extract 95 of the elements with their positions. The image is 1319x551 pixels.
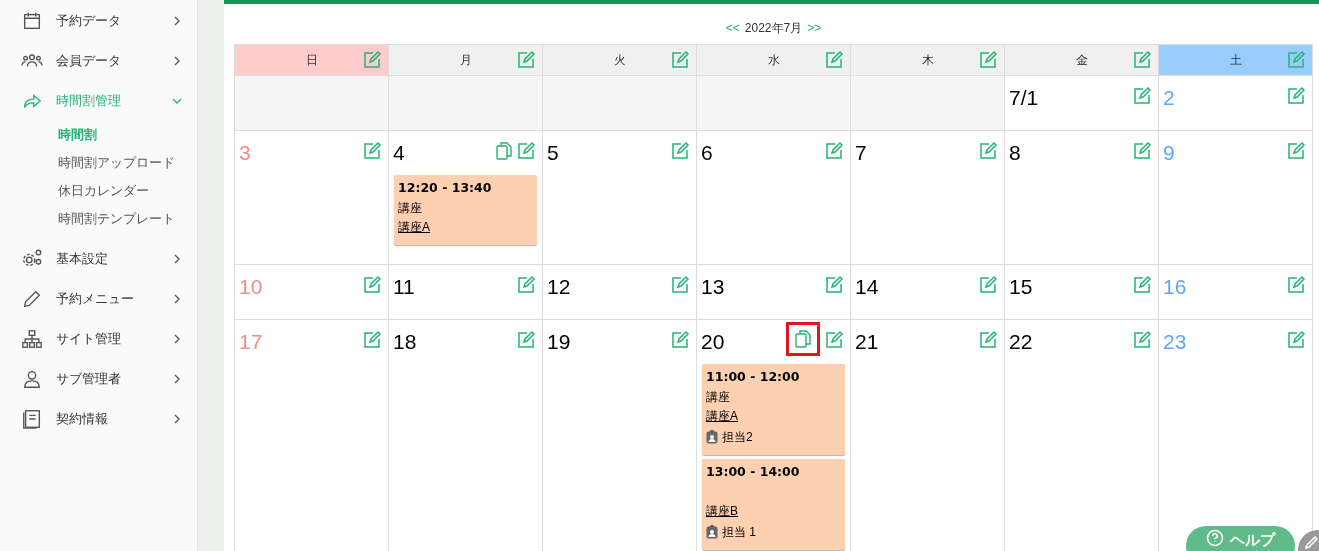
day-number: 22	[1009, 330, 1034, 354]
nav-item[interactable]: サイト管理	[0, 319, 197, 359]
day-number: 13	[701, 275, 726, 299]
course-link[interactable]: 講座A	[398, 220, 430, 234]
staff-name: 担当 1	[722, 523, 756, 541]
person-icon	[21, 368, 43, 390]
day-number: 16	[1163, 275, 1188, 299]
weekday-header: 金	[1005, 45, 1159, 76]
day-number: 15	[1009, 275, 1034, 299]
edit-icon[interactable]	[362, 141, 382, 161]
copy-icon[interactable]	[795, 329, 811, 349]
staff-name: 担当2	[722, 428, 753, 446]
nav-item[interactable]: サブ管理者	[0, 359, 197, 399]
event-type: 講座	[398, 200, 423, 217]
event-card[interactable]: 11:00 - 12:00 講座 講座A 担当2	[702, 364, 845, 455]
nav-subitem[interactable]: 休日カレンダー	[0, 177, 197, 205]
edit-icon[interactable]	[362, 330, 382, 350]
course-link[interactable]: 講座B	[706, 504, 738, 518]
edit-icon[interactable]	[1286, 330, 1306, 350]
edit-icon[interactable]	[1286, 50, 1306, 70]
id-badge-icon	[706, 524, 718, 539]
day-number: 8	[1009, 141, 1022, 165]
nav-subitem[interactable]: 時間割テンプレート	[0, 205, 197, 233]
event-time: 12:20 - 13:40	[398, 179, 493, 197]
edit-icon[interactable]	[516, 330, 536, 350]
nav-item[interactable]: 予約データ	[0, 1, 197, 41]
edit-icon[interactable]	[824, 330, 844, 350]
edit-icon[interactable]	[670, 141, 690, 161]
weekday-header: 水	[697, 45, 851, 76]
day-number: 5	[547, 141, 560, 165]
edit-icon[interactable]	[362, 50, 382, 70]
day-number: 11	[393, 275, 416, 299]
edit-icon[interactable]	[670, 330, 690, 350]
sitemap-icon	[21, 328, 43, 350]
day-number: 10	[239, 275, 264, 299]
nav-item[interactable]: 基本設定	[0, 239, 197, 279]
day-number: 17	[239, 330, 264, 354]
edit-icon[interactable]	[1132, 86, 1152, 106]
edit-icon[interactable]	[1132, 330, 1152, 350]
nav-item[interactable]: 予約メニュー	[0, 279, 197, 319]
day-number: 7/1	[1009, 86, 1040, 110]
edit-icon[interactable]	[1286, 275, 1306, 295]
course-link[interactable]: 講座A	[706, 409, 738, 423]
event-time: 11:00 - 12:00	[706, 368, 801, 386]
calendar-icon	[21, 10, 43, 32]
edit-icon[interactable]	[978, 50, 998, 70]
edit-icon[interactable]	[978, 330, 998, 350]
pencil-icon	[21, 288, 43, 310]
edit-icon[interactable]	[516, 275, 536, 295]
edit-icon[interactable]	[670, 275, 690, 295]
edit-icon[interactable]	[1132, 275, 1152, 295]
event-card[interactable]: 13:00 - 14:00 講座B 担当 1	[702, 459, 845, 550]
weekday-header: 木	[851, 45, 1005, 76]
pencil-icon	[1304, 536, 1318, 550]
edit-icon[interactable]	[516, 50, 536, 70]
weekday-header: 土	[1159, 45, 1313, 76]
help-icon	[1206, 529, 1224, 547]
day-number: 6	[701, 141, 714, 165]
day-number: 3	[239, 141, 252, 165]
nav-item[interactable]: 会員データ	[0, 41, 197, 81]
day-number: 23	[1163, 330, 1188, 354]
edit-icon[interactable]	[978, 141, 998, 161]
edit-icon[interactable]	[1286, 141, 1306, 161]
day-number: 2	[1163, 86, 1176, 110]
day-number: 7	[855, 141, 868, 165]
day-number: 14	[855, 275, 880, 299]
edit-icon[interactable]	[670, 50, 690, 70]
id-badge-icon	[706, 429, 718, 444]
event-card[interactable]: 12:20 - 13:40 講座 講座A	[394, 175, 537, 245]
edit-icon[interactable]	[1286, 86, 1306, 106]
book-icon	[21, 408, 43, 430]
edit-icon[interactable]	[824, 275, 844, 295]
edit-icon[interactable]	[1132, 141, 1152, 161]
day-number: 12	[547, 275, 572, 299]
weekday-header: 火	[543, 45, 697, 76]
day-number: 9	[1163, 141, 1176, 165]
event-type: 講座	[706, 389, 731, 406]
edit-icon[interactable]	[516, 141, 536, 161]
event-time: 13:00 - 14:00	[706, 463, 801, 481]
day-number: 19	[547, 330, 572, 354]
copy-icon[interactable]	[496, 141, 512, 161]
day-number: 18	[393, 330, 418, 354]
edit-icon[interactable]	[978, 275, 998, 295]
edit-icon[interactable]	[1132, 50, 1152, 70]
day-number: 20	[701, 330, 726, 354]
edit-icon[interactable]	[824, 141, 844, 161]
day-number: 21	[855, 330, 880, 354]
weekday-header: 日	[235, 45, 389, 76]
month-title: 2022年7月	[744, 20, 803, 37]
day-number: 4	[393, 141, 406, 165]
edit-icon[interactable]	[362, 275, 382, 295]
nav-item[interactable]: 契約情報	[0, 399, 197, 439]
weekday-header: 月	[389, 45, 543, 76]
edit-icon[interactable]	[824, 50, 844, 70]
nav-subitem[interactable]: 時間割アップロード	[0, 149, 197, 177]
